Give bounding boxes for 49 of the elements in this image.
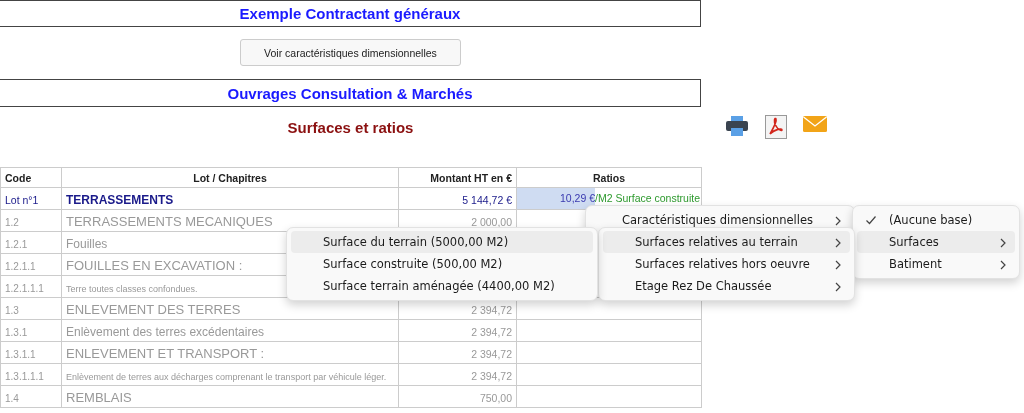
column-header: Montant HT en € (398, 167, 517, 188)
chapter-label: Enlèvement de terres aux décharges comprenant le transport par véhicule léger. (66, 371, 387, 382)
column-header: Ratios (516, 167, 702, 188)
ratio-label: /M2 Surface construite (595, 192, 701, 204)
chapter-label: REMBLAIS (66, 390, 132, 406)
code-text: 1.3.1 (5, 326, 28, 338)
amount-text: 5 144,72 € (462, 193, 512, 206)
amount-text: 2 394,72 (471, 303, 512, 316)
code-text: 1.2.1 (5, 238, 28, 250)
menu-item[interactable]: Batiment (857, 253, 1015, 275)
chapter-label: TERRASSEMENTS (66, 193, 174, 208)
menu-item[interactable]: Surfaces relatives hors oeuvre (603, 253, 850, 275)
column-header: Lot / Chapitres (61, 167, 399, 188)
amount-text: 2 394,72 (471, 325, 512, 338)
pdf-icon[interactable] (765, 115, 787, 139)
amount-text: 2 394,72 (471, 369, 512, 382)
code-text: 1.3 (5, 304, 19, 316)
chapter-label: TERRASSEMENTS MECANIQUES (66, 214, 273, 230)
chapter-label: ENLEVEMENT DES TERRES (66, 302, 241, 318)
dimensions-button[interactable]: Voir caractéristiques dimensionnelles (240, 39, 461, 66)
amount-text: 2 394,72 (471, 347, 512, 360)
chapter-label: Enlèvement des terres excédentaires (66, 325, 265, 340)
amount-text: 750,00 (479, 391, 512, 404)
code-text: Lot n°1 (5, 193, 39, 206)
chapter-label: Fouilles (66, 237, 108, 252)
code-text: 1.3.1.1 (5, 348, 36, 360)
chapter-label: FOUILLES EN EXCAVATION : (66, 258, 243, 274)
menu-item[interactable]: Etage Rez De Chaussée (603, 275, 850, 297)
amount-text: 2 000,00 (471, 215, 512, 228)
menu-item[interactable]: Caractéristiques dimensionnelles (590, 209, 850, 231)
chapter-label: ENLEVEMENT ET TRANSPORT : (66, 346, 265, 362)
code-text: 1.3.1.1.1 (5, 370, 44, 382)
code-text: 1.2 (5, 216, 19, 228)
menu-item[interactable]: Surfaces relatives au terrain (603, 231, 850, 253)
subtitle: Surfaces et ratios (287, 119, 414, 137)
printer-icon[interactable] (725, 115, 749, 137)
menu-item[interactable]: Surface du terrain (5000,00 M2) (291, 231, 593, 253)
page-title: Exemple Contractant généraux (239, 5, 461, 22)
ratio-cell[interactable]: 10,29 € (517, 188, 595, 209)
menu-item[interactable]: Surface construite (500,00 M2) (291, 253, 593, 275)
menu-item[interactable]: Surface terrain aménagée (4400,00 M2) (291, 275, 593, 297)
chapter-label: Terre toutes classes confondues. (66, 283, 198, 294)
menu-item[interactable]: Surfaces (857, 231, 1015, 253)
code-text: 1.4 (5, 392, 19, 404)
column-header: Code (0, 167, 62, 188)
menu-item[interactable]: (Aucune base) (857, 209, 1015, 231)
code-text: 1.2.1.1.1 (5, 282, 44, 294)
section-title: Ouvrages Consultation & Marchés (227, 84, 473, 102)
code-text: 1.2.1.1 (5, 260, 36, 272)
